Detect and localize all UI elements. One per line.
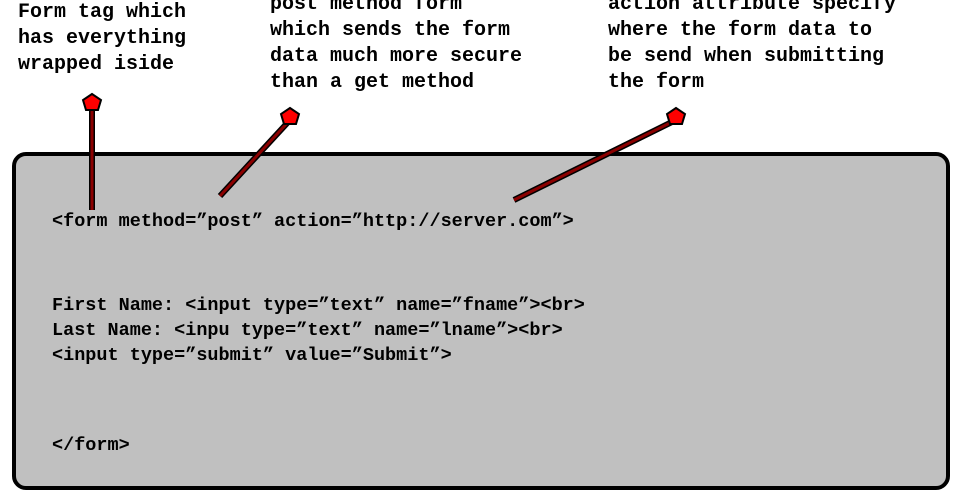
annotation-form-tag: Form tag which has everything wrapped is… [18,1,187,76]
marker-action-attribute-icon [665,106,687,125]
code-last-name-line: Last Name: <inpu type=”text” name=”lname… [52,320,563,341]
code-panel: <form method=”post” action=”http://serve… [12,152,950,490]
code-submit-line: <input type=”submit” value=”Submit”> [52,345,452,366]
annotation-action-attribute: action attribute specify where the form … [608,0,897,94]
marker-post-method-icon [279,106,301,125]
marker-form-tag-icon [81,92,103,111]
code-first-name-line: First Name: <input type=”text” name=”fna… [52,295,585,316]
code-form-close: </form> [52,435,130,456]
annotation-post-method: post method form which sends the form da… [270,0,523,94]
code-form-open: <form method=”post” action=”http://serve… [52,211,574,232]
